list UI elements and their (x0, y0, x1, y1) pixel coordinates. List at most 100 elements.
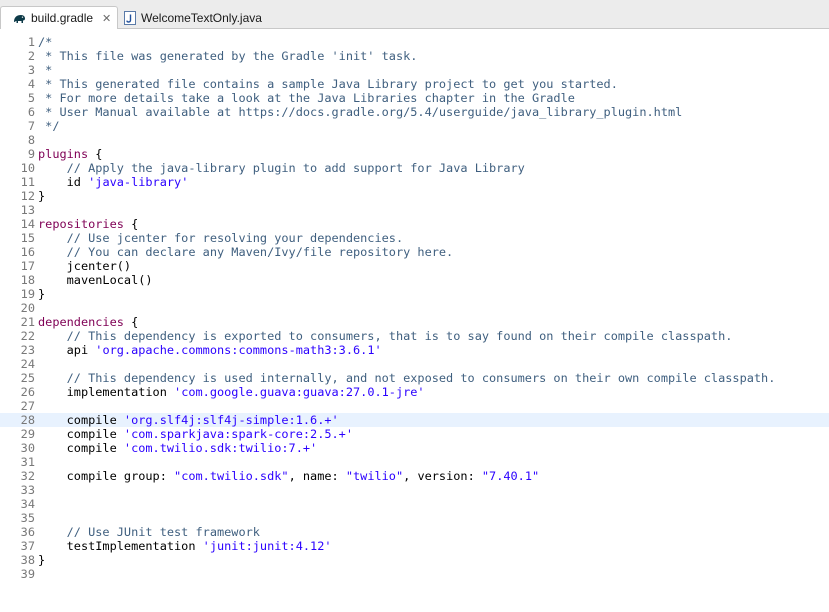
code-comment: */ (38, 119, 60, 133)
code-line[interactable]: 1/* (0, 35, 829, 49)
line-code: // Apply the java-library plugin to add … (38, 161, 525, 175)
line-code: * For more details take a look at the Ja… (38, 91, 575, 105)
code-line[interactable]: 39 (0, 567, 829, 581)
code-string: "com.twilio.sdk" (174, 469, 289, 483)
code-text: id (38, 175, 89, 189)
code-comment: * This generated file contains a sample … (38, 77, 618, 91)
line-number: 8 (27, 133, 35, 147)
line-code: implementation 'com.google.guava:guava:2… (38, 385, 425, 399)
code-line[interactable]: 26 implementation 'com.google.guava:guav… (0, 385, 829, 399)
line-code: * User Manual available at https://docs.… (38, 105, 682, 119)
code-text: { (88, 147, 103, 161)
line-code: api 'org.apache.commons:commons-math3:3.… (38, 343, 382, 357)
close-tab-icon[interactable]: ✕ (102, 12, 111, 25)
line-number: 26 (20, 385, 35, 399)
code-line[interactable]: 22 // This dependency is exported to con… (0, 329, 829, 343)
code-line[interactable]: 29 compile 'com.sparkjava:spark-core:2.5… (0, 427, 829, 441)
code-line[interactable]: 36 // Use JUnit test framework (0, 525, 829, 539)
code-line[interactable]: 25 // This dependency is used internally… (0, 371, 829, 385)
code-line[interactable]: 17 jcenter() (0, 259, 829, 273)
code-text: compile (38, 413, 124, 427)
code-line[interactable]: 15 // Use jcenter for resolving your dep… (0, 231, 829, 245)
code-line[interactable]: 10 // Apply the java-library plugin to a… (0, 161, 829, 175)
line-number: 23 (20, 343, 35, 357)
code-line[interactable]: 5 * For more details take a look at the … (0, 91, 829, 105)
line-number: 3 (27, 63, 35, 77)
code-comment: /* (38, 35, 53, 49)
code-text: { (123, 217, 139, 231)
code-comment: // This dependency is exported to consum… (66, 329, 733, 343)
line-number: 20 (20, 301, 35, 315)
code-line[interactable]: 33 (0, 483, 829, 497)
code-line[interactable]: 4 * This generated file contains a sampl… (0, 77, 829, 91)
line-code: jcenter() (38, 259, 131, 273)
code-line[interactable]: 28 compile 'org.slf4j:slf4j-simple:1.6.+… (0, 413, 829, 427)
code-line[interactable]: 11 id 'java-library' (0, 175, 829, 189)
code-line[interactable]: 24 (0, 357, 829, 371)
code-line[interactable]: 8 (0, 133, 829, 147)
line-code: testImplementation 'junit:junit:4.12' (38, 539, 332, 553)
line-code: dependencies { (38, 315, 138, 329)
code-line[interactable]: 27 (0, 399, 829, 413)
tab-welcome-text-only-java[interactable]: WelcomeTextOnly.java (124, 6, 274, 29)
line-code: * This generated file contains a sample … (38, 77, 618, 91)
gradle-elephant-icon (13, 13, 26, 24)
code-line[interactable]: 2 * This file was generated by the Gradl… (0, 49, 829, 63)
code-editor[interactable]: 1/* 2 * This file was generated by the Gr… (0, 29, 829, 581)
code-string: 'org.slf4j:slf4j-simple:1.6.+' (123, 413, 339, 427)
line-number: 39 (20, 567, 35, 581)
code-line[interactable]: 7 */ (0, 119, 829, 133)
code-comment: // Use jcenter for resolving your depend… (66, 231, 404, 245)
code-line[interactable]: 16 // You can declare any Maven/Ivy/file… (0, 245, 829, 259)
code-string: 'org.apache.commons:commons-math3:3.6.1' (95, 343, 382, 357)
code-line[interactable]: 20 (0, 301, 829, 315)
code-text: compile group: (38, 469, 175, 483)
code-line[interactable]: 23 api 'org.apache.commons:commons-math3… (0, 343, 829, 357)
line-code: } (38, 189, 45, 203)
code-text: } (38, 287, 46, 301)
line-number: 36 (20, 525, 35, 539)
line-code: repositories { (38, 217, 138, 231)
code-line[interactable]: 3 * (0, 63, 829, 77)
line-number: 15 (20, 231, 35, 245)
line-number: 29 (20, 427, 35, 441)
tab-build-gradle[interactable]: build.gradle ✕ (0, 6, 118, 29)
line-code: compile 'com.twilio.sdk:twilio:7.+' (38, 441, 318, 455)
code-keyword: plugins (38, 147, 89, 161)
code-text: testImplementation (38, 539, 203, 553)
code-text: jcenter() (38, 259, 132, 273)
code-comment: // Use JUnit test framework (66, 525, 260, 539)
code-line[interactable]: 14 repositories { (0, 217, 829, 231)
code-line[interactable]: 19} (0, 287, 829, 301)
line-number: 37 (20, 539, 35, 553)
line-code: } (38, 287, 45, 301)
code-line[interactable]: 35 (0, 511, 829, 525)
code-text: implementation (38, 385, 175, 399)
code-line[interactable]: 18 mavenLocal() (0, 273, 829, 287)
code-line[interactable]: 12} (0, 189, 829, 203)
code-comment: // Apply the java-library plugin to add … (66, 161, 525, 175)
code-string: 'java-library' (88, 175, 189, 189)
code-line[interactable]: 38} (0, 553, 829, 567)
line-number: 25 (20, 371, 35, 385)
code-line[interactable]: 9 plugins { (0, 147, 829, 161)
code-line[interactable]: 6 * User Manual available at https://doc… (0, 105, 829, 119)
code-line[interactable]: 34 (0, 497, 829, 511)
code-text: compile (38, 427, 124, 441)
code-line[interactable]: 31 (0, 455, 829, 469)
line-number: 11 (20, 175, 35, 189)
line-number: 2 (27, 49, 35, 63)
line-number: 32 (20, 469, 35, 483)
code-line[interactable]: 37 testImplementation 'junit:junit:4.12' (0, 539, 829, 553)
code-line[interactable]: 13 (0, 203, 829, 217)
line-number: 7 (27, 119, 35, 133)
code-line[interactable]: 21 dependencies { (0, 315, 829, 329)
line-code: /* (38, 35, 52, 49)
code-line[interactable]: 30 compile 'com.twilio.sdk:twilio:7.+' (0, 441, 829, 455)
code-line[interactable]: 32 compile group: "com.twilio.sdk", name… (0, 469, 829, 483)
line-number: 33 (20, 483, 35, 497)
code-comment: * For more details take a look at the Ja… (38, 91, 575, 105)
